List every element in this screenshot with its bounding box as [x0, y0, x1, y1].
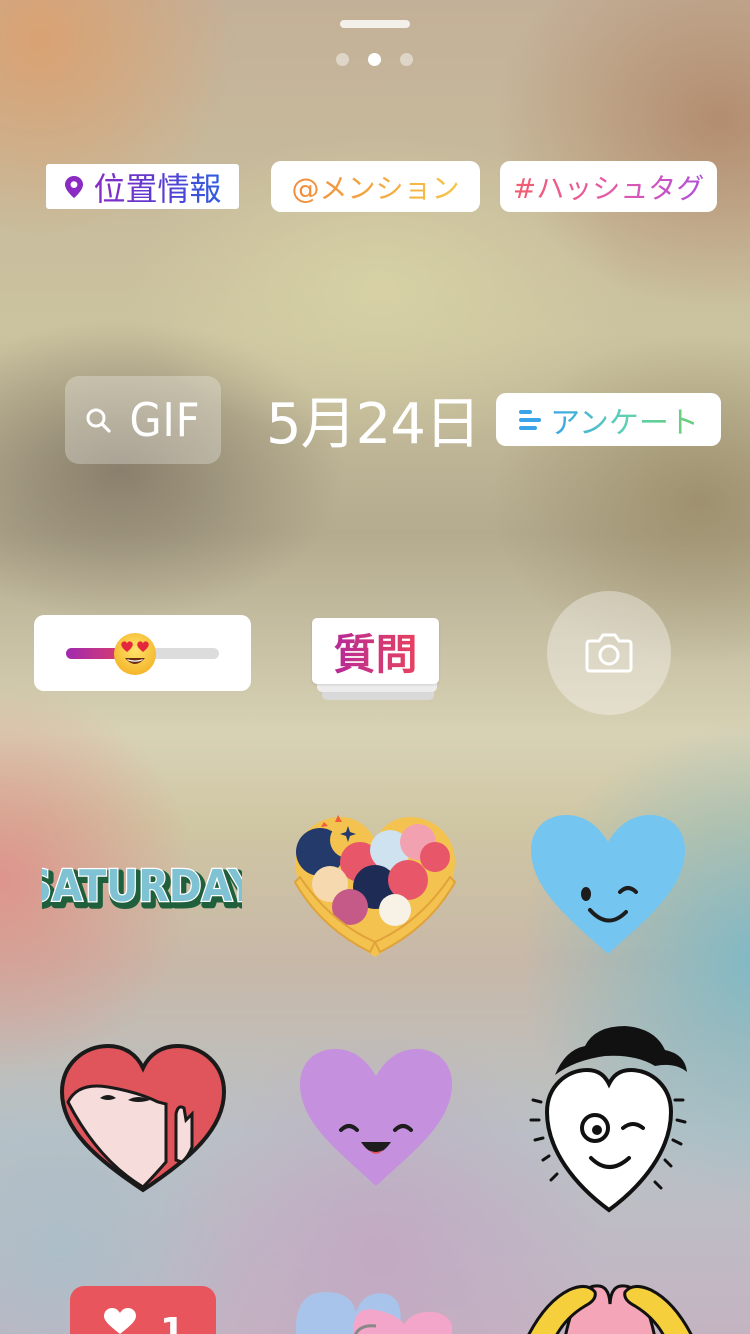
saturday-text-art: SATURDAY SATURDAY	[22, 860, 264, 920]
like-counter-badge	[70, 1286, 216, 1334]
saturday-text: SATURDAY	[42, 861, 242, 912]
hashtag-sticker-label: #ハッシュタグ	[513, 167, 704, 207]
peeking-character-heart-sticker[interactable]	[58, 1042, 228, 1194]
hat-winking-heart-sticker[interactable]	[525, 1020, 693, 1216]
smiling-purple-heart-sticker[interactable]	[297, 1046, 455, 1188]
blue-heart-icon	[531, 815, 685, 954]
red-heart-character-icon	[59, 1043, 227, 1193]
poll-bars-icon	[519, 409, 542, 430]
page-dot-3[interactable]	[400, 53, 413, 66]
emoji-slider-sticker[interactable]	[34, 615, 251, 691]
page-dot-1[interactable]	[336, 53, 349, 66]
pastel-hearts-icon	[296, 1292, 453, 1334]
page-dot-2-active[interactable]	[368, 53, 381, 66]
mention-sticker[interactable]: @メンション	[271, 161, 480, 212]
question-sticker[interactable]: 質問	[312, 618, 440, 702]
winking-blue-heart-sticker[interactable]	[528, 812, 688, 957]
hat-heart-character-icon	[529, 1026, 687, 1213]
like-counter-sticker[interactable]: 1	[70, 1286, 216, 1334]
camera-sticker-button[interactable]	[547, 591, 671, 715]
search-icon	[86, 408, 112, 433]
poll-sticker[interactable]: アンケート	[496, 393, 721, 446]
question-sticker-label: 質問	[333, 621, 417, 682]
heart-hands-sticker[interactable]	[525, 1278, 695, 1334]
heart-eyes-emoji-icon	[114, 633, 156, 675]
camera-icon	[585, 633, 633, 673]
gif-search-sticker[interactable]: GIF	[65, 376, 221, 464]
date-sticker-label: 5月24日	[266, 391, 481, 457]
question-card-front: 質問	[312, 618, 439, 684]
hashtag-sticker[interactable]: #ハッシュタグ	[500, 161, 717, 212]
yellow-heart-hands-icon	[527, 1284, 693, 1334]
saturday-gif-sticker[interactable]: SATURDAY SATURDAY	[22, 848, 264, 920]
like-counter-value: 1	[160, 1311, 186, 1334]
nature-heart-icon	[293, 815, 457, 957]
purple-heart-icon	[300, 1049, 452, 1186]
gif-search-label: GIF	[129, 393, 201, 447]
poll-sticker-label: アンケート	[550, 398, 699, 442]
location-pin-icon	[65, 175, 84, 198]
location-sticker[interactable]: 位置情報	[46, 164, 239, 209]
sticker-tray: 位置情報 @メンション #ハッシュタグ GIF 5月24日 アンケート 質問 A…	[0, 0, 750, 1334]
location-sticker-label: 位置情報	[93, 164, 221, 210]
blue-pink-hearts-sticker[interactable]	[296, 1288, 456, 1334]
drag-handle[interactable]	[340, 20, 410, 28]
date-sticker[interactable]: 5月24日	[262, 378, 484, 460]
mention-sticker-label: @メンション	[291, 167, 459, 207]
nature-heart-hands-sticker[interactable]	[290, 812, 460, 962]
